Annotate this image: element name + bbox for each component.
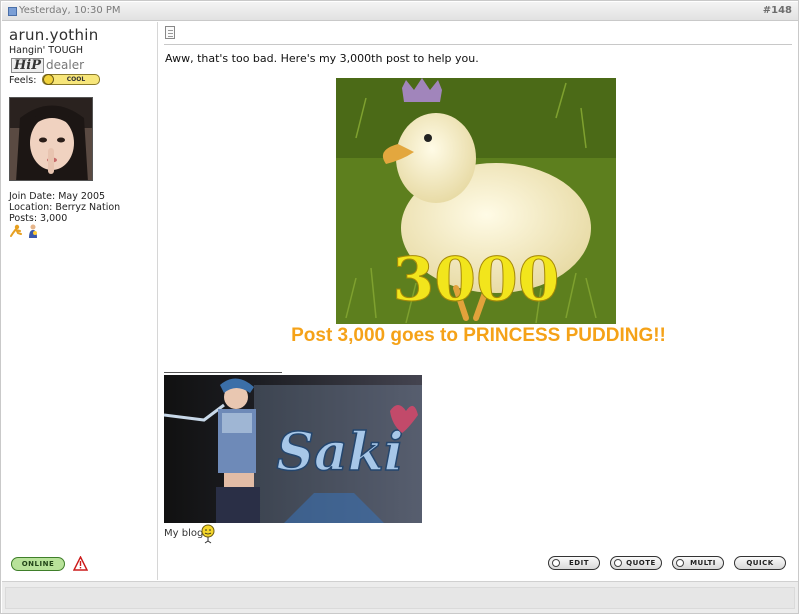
feels-label: Feels:	[9, 75, 37, 86]
username-link[interactable]: arun.yothin	[9, 26, 99, 44]
post-icon	[8, 7, 17, 16]
status-icons	[9, 223, 43, 238]
edit-label: EDIT	[569, 559, 589, 567]
blog-link[interactable]: My blog	[164, 528, 203, 539]
signature-divider	[164, 372, 282, 373]
online-status-button[interactable]: ONLINE	[11, 557, 65, 571]
waving-smiley-icon	[200, 524, 216, 544]
signature-image[interactable]: Saki	[164, 375, 422, 523]
smiley-face-icon	[43, 74, 54, 85]
post-footer	[2, 581, 798, 613]
multi-quote-button[interactable]: MULTI	[672, 556, 724, 570]
duck-caption: 3000	[393, 245, 560, 315]
post-message: Aww, that's too bad. Here's my 3,000th p…	[165, 52, 479, 65]
message-icon	[165, 26, 175, 39]
mood-badge: COOL	[42, 74, 100, 85]
post-headline: Post 3,000 goes to PRINCESS PUDDING!!	[291, 325, 666, 346]
user-rank-image: HiP dealer	[9, 58, 89, 74]
user-details: Join Date: May 2005 Location: Berryz Nat…	[9, 191, 120, 224]
report-warning-icon[interactable]	[72, 555, 89, 571]
post-number-link[interactable]: #148	[763, 5, 792, 16]
user-info-panel: arun.yothin Hangin' TOUGH HiP dealer Fee…	[2, 22, 158, 580]
title-divider	[164, 44, 792, 45]
runner-icon	[10, 224, 22, 237]
post-content: Aww, that's too bad. Here's my 3,000th p…	[159, 22, 798, 580]
quote-button[interactable]: QUOTE	[610, 556, 662, 570]
quick-reply-button[interactable]: QUICK	[734, 556, 786, 570]
person-icon	[29, 224, 37, 238]
avatar[interactable]	[9, 97, 93, 181]
edit-icon	[552, 559, 560, 567]
location: Location: Berryz Nation	[9, 202, 121, 213]
quote-icon	[614, 559, 622, 567]
rank-hip-text: HiP	[11, 58, 44, 73]
quote-label: QUOTE	[626, 559, 656, 567]
join-date: Join Date: May 2005	[9, 191, 106, 202]
multi-label: MULTI	[690, 559, 716, 567]
duck-image[interactable]: 3000	[336, 78, 616, 324]
signature-text: Saki	[276, 422, 403, 483]
multi-quote-icon	[676, 559, 684, 567]
post-actions: EDIT QUOTE MULTI QUICK	[548, 556, 788, 571]
quick-label: QUICK	[746, 559, 774, 567]
rank-dealer-text: dealer	[46, 58, 85, 72]
post-date: Yesterday, 10:30 PM	[19, 5, 121, 16]
forum-post: Yesterday, 10:30 PM #148 arun.yothin Han…	[0, 0, 799, 614]
post-header: Yesterday, 10:30 PM #148	[2, 2, 798, 21]
edit-button[interactable]: EDIT	[548, 556, 600, 570]
user-title: Hangin' TOUGH	[9, 45, 84, 56]
mood-text: COOL	[66, 76, 86, 83]
footer-bar	[5, 587, 795, 609]
